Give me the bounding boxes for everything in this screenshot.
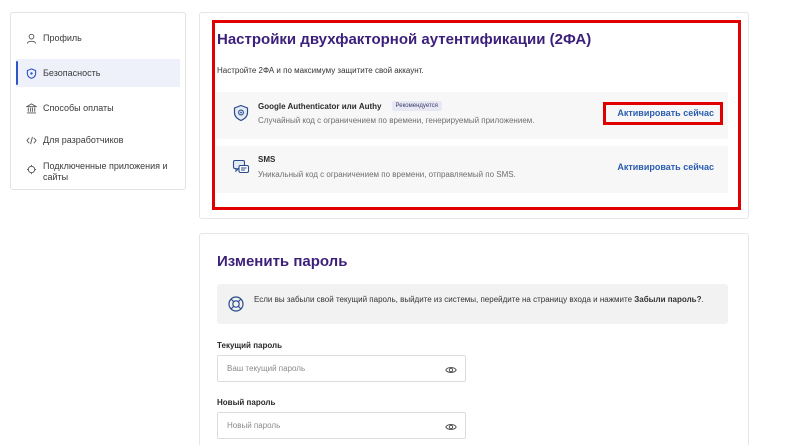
eye-icon[interactable] xyxy=(445,420,457,432)
recommended-badge: Рекомендуется xyxy=(391,101,442,111)
sidebar-item-label: Профиль xyxy=(43,32,82,43)
new-password-field xyxy=(217,412,466,439)
sms-chat-icon xyxy=(232,158,250,176)
current-password-input[interactable] xyxy=(218,356,438,381)
lifebuoy-icon xyxy=(227,295,245,313)
plug-icon xyxy=(25,163,37,175)
twofa-subtitle: Настройте 2ФА и по максимуму защитите св… xyxy=(217,66,424,75)
shield-icon xyxy=(25,67,37,79)
authenticator-shield-icon xyxy=(232,104,250,122)
sidebar-item-label: Способы оплаты xyxy=(43,102,114,113)
option-description: Уникальный код с ограничением по времени… xyxy=(258,170,516,179)
forgot-password-info: Если вы забыли свой текущий пароль, выйд… xyxy=(217,284,728,324)
sidebar-item-payment-methods[interactable]: Способы оплаты xyxy=(11,97,185,119)
sidebar-item-developers[interactable]: Для разработчиков xyxy=(11,129,185,151)
sidebar-item-connected-apps[interactable]: Подключенные приложения и сайты xyxy=(11,161,185,187)
activate-authenticator-link[interactable]: Активировать сейчас xyxy=(617,108,714,118)
info-text: Если вы забыли свой текущий пароль, выйд… xyxy=(254,295,635,304)
twofa-option-sms: SMS Уникальный код с ограничением по вре… xyxy=(216,146,728,193)
sidebar-item-security[interactable]: Безопасность xyxy=(16,59,180,87)
sidebar-item-label: Для разработчиков xyxy=(43,134,124,145)
user-icon xyxy=(25,32,37,44)
twofa-title: Настройки двухфакторной аутентификации (… xyxy=(217,31,592,48)
twofa-option-authenticator: Google Authenticator или Authy Рекоменду… xyxy=(216,92,728,139)
new-password-label: Новый пароль xyxy=(217,398,276,407)
current-password-label: Текущий пароль xyxy=(217,341,283,350)
code-icon xyxy=(25,134,37,146)
current-password-field xyxy=(217,355,466,382)
eye-icon[interactable] xyxy=(445,363,457,375)
option-description: Случайный код с ограничением по времени,… xyxy=(258,116,535,125)
sidebar-item-profile[interactable]: Профиль xyxy=(11,27,185,49)
activate-sms-link[interactable]: Активировать сейчас xyxy=(617,162,714,172)
change-password-title: Изменить пароль xyxy=(217,253,348,270)
forgot-password-hint: Забыли пароль? xyxy=(634,295,702,304)
new-password-input[interactable] xyxy=(218,413,438,438)
option-title: Google Authenticator или Authy xyxy=(258,101,382,111)
bank-icon xyxy=(25,102,37,114)
option-title: SMS xyxy=(258,155,276,164)
settings-sidebar: Профиль Безопасность Способы оплаты Для … xyxy=(10,12,186,190)
sidebar-item-label: Безопасность xyxy=(43,67,101,78)
sidebar-item-label: Подключенные приложения и сайты xyxy=(43,161,168,182)
info-text-end: . xyxy=(701,295,704,304)
